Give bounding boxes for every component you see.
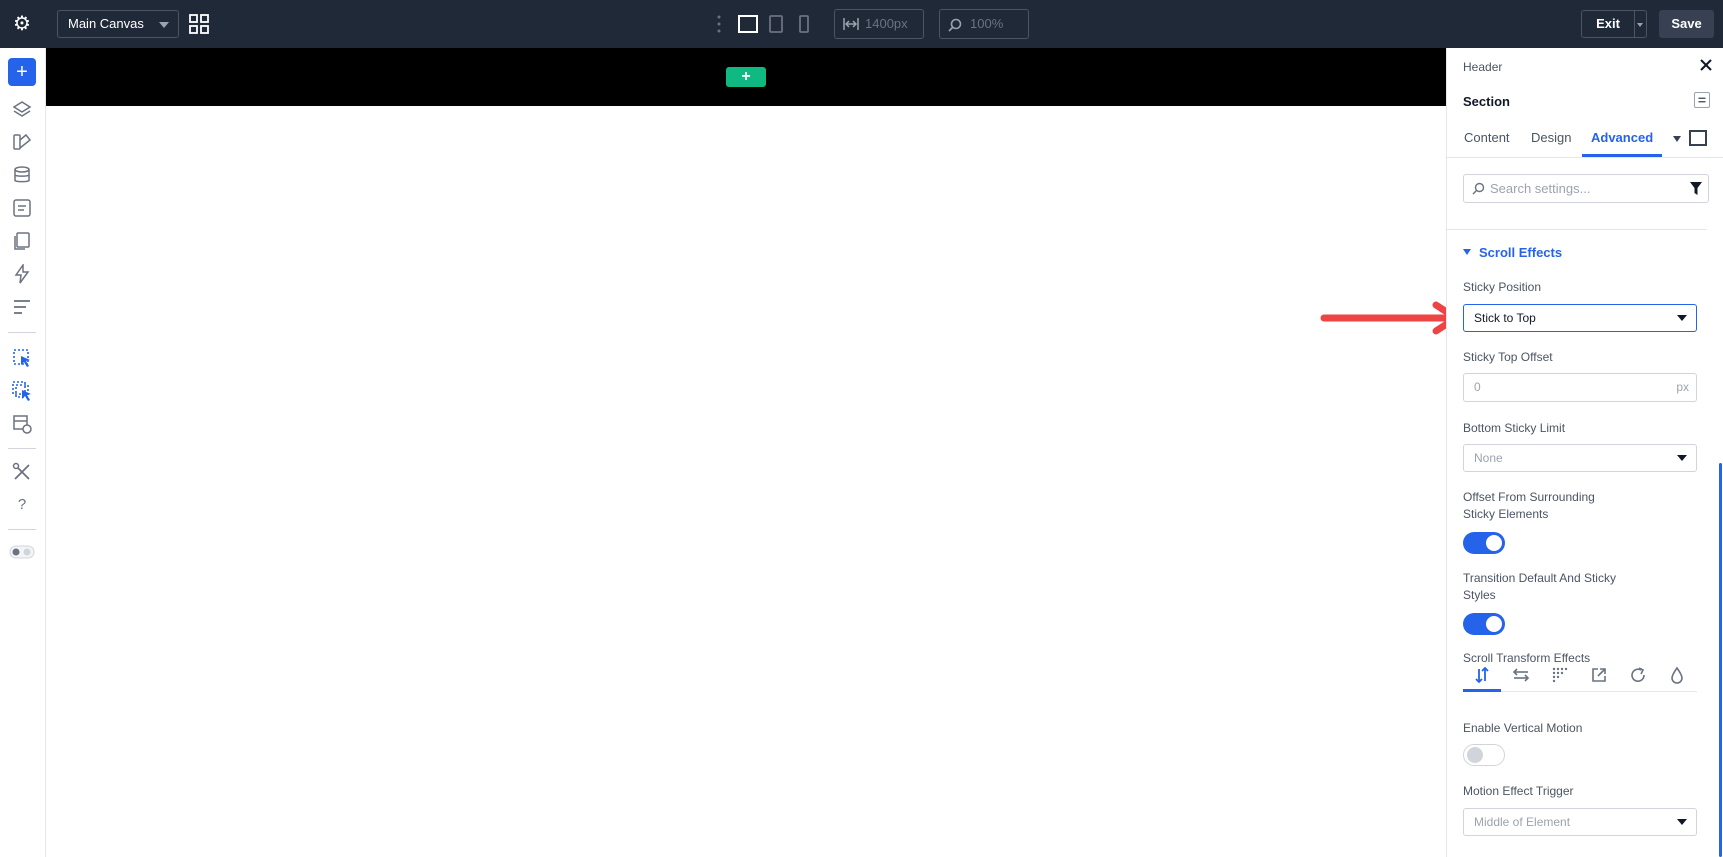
cursor-select-icon[interactable] <box>12 348 32 368</box>
desktop-view-icon[interactable] <box>738 15 758 33</box>
sticky-top-offset-unit[interactable]: px <box>1676 374 1689 401</box>
blur-icon[interactable] <box>1668 666 1686 684</box>
tab-design[interactable]: Design <box>1531 130 1571 145</box>
canvas-selector-label: Main Canvas <box>68 16 144 31</box>
panel-breadcrumb[interactable]: Header <box>1463 60 1502 74</box>
sidebar-divider <box>8 529 36 530</box>
active-transform-indicator <box>1463 689 1501 692</box>
width-arrows-icon <box>843 18 859 30</box>
presets-icon[interactable] <box>12 297 32 317</box>
toggle-knob <box>1486 535 1502 551</box>
sticky-top-offset-label: Sticky Top Offset <box>1463 350 1553 364</box>
mode-toggle-icon[interactable] <box>9 542 35 562</box>
sidebar-divider <box>8 448 36 449</box>
tab-advanced[interactable]: Advanced <box>1591 130 1653 145</box>
filter-icon[interactable] <box>1690 182 1702 195</box>
zoom-value: 100% <box>970 16 1004 31</box>
tab-content[interactable]: Content <box>1464 130 1510 145</box>
scroll-effects-toggle[interactable]: Scroll Effects <box>1463 245 1562 260</box>
settings-panel: Header Section Content Design Advanced S… <box>1446 48 1723 857</box>
bottom-sticky-limit-label: Bottom Sticky Limit <box>1463 421 1566 435</box>
toggle-knob <box>1486 616 1502 632</box>
tablet-view-icon[interactable] <box>769 15 783 33</box>
sticky-top-offset-input[interactable]: 0 px <box>1463 373 1697 402</box>
transition-default-label-line1: Transition Default And Sticky <box>1463 571 1616 585</box>
canvas-selector[interactable]: Main Canvas <box>57 10 179 38</box>
transition-default-label-line2: Styles <box>1463 588 1496 602</box>
zoom-input[interactable]: 100% <box>939 9 1029 39</box>
offset-surrounding-label: Offset From Surrounding Sticky Elements <box>1463 489 1595 523</box>
tools-icon[interactable] <box>12 462 32 482</box>
horizontal-motion-icon[interactable] <box>1512 666 1530 684</box>
panel-tabs: Content Design Advanced <box>1447 120 1723 158</box>
motion-effect-trigger-select[interactable]: Middle of Element <box>1463 808 1697 836</box>
sticky-top-offset-value: 0 <box>1474 380 1481 394</box>
panel-options-icon[interactable] <box>1694 92 1710 108</box>
offset-surrounding-label-line2: Sticky Elements <box>1463 507 1549 521</box>
save-button[interactable]: Save <box>1659 10 1714 38</box>
motion-effect-trigger-label: Motion Effect Trigger <box>1463 784 1574 798</box>
form-icon[interactable] <box>12 198 32 218</box>
canvas-width-input[interactable]: 1400px <box>834 9 924 39</box>
zoom-search-icon <box>948 18 962 32</box>
sidebar-divider <box>8 332 36 333</box>
offset-surrounding-toggle[interactable] <box>1463 532 1505 554</box>
theme-builder-icon[interactable] <box>12 132 32 152</box>
help-icon[interactable]: ? <box>12 495 32 515</box>
chevron-down-icon <box>1677 819 1687 825</box>
search-icon <box>1472 182 1485 195</box>
scale-icon[interactable] <box>1590 666 1608 684</box>
enable-vertical-motion-toggle[interactable] <box>1463 744 1505 766</box>
search-placeholder: Search settings... <box>1490 181 1591 196</box>
panel-scrollbar[interactable] <box>1719 463 1722 857</box>
sticky-position-value: Stick to Top <box>1474 311 1536 325</box>
add-section-button[interactable]: + <box>726 67 766 87</box>
settings-gear-icon[interactable]: ⚙ <box>10 12 34 36</box>
search-settings-input[interactable]: Search settings... <box>1463 174 1709 203</box>
panel-divider <box>1447 229 1707 230</box>
bottom-sticky-limit-select[interactable]: None <box>1463 444 1697 472</box>
active-tab-indicator <box>1582 154 1662 157</box>
bottom-sticky-limit-value: None <box>1474 451 1503 465</box>
exit-options-chevron-icon[interactable] <box>1635 10 1647 38</box>
annotation-arrow-icon <box>1320 301 1460 335</box>
database-icon[interactable] <box>12 165 32 185</box>
lightning-icon[interactable] <box>12 264 32 284</box>
multi-select-icon[interactable] <box>12 381 32 401</box>
vertical-motion-icon[interactable] <box>1473 666 1491 684</box>
transition-default-toggle[interactable] <box>1463 613 1505 635</box>
chevron-down-icon[interactable] <box>1673 136 1681 142</box>
close-icon[interactable] <box>1699 58 1713 72</box>
motion-effect-trigger-value: Middle of Element <box>1474 815 1571 829</box>
enable-vertical-motion-label: Enable Vertical Motion <box>1463 721 1583 735</box>
sticky-position-select[interactable]: Stick to Top <box>1463 304 1697 332</box>
sticky-position-label: Sticky Position <box>1463 280 1542 294</box>
chevron-down-icon <box>1677 455 1687 461</box>
phone-view-icon[interactable] <box>798 15 810 33</box>
chevron-down-icon <box>1677 315 1687 321</box>
pages-icon[interactable] <box>12 231 32 251</box>
responsive-settings-icon[interactable] <box>12 414 32 434</box>
offset-surrounding-label-line1: Offset From Surrounding <box>1463 490 1595 504</box>
fade-icon[interactable] <box>1551 666 1569 684</box>
transition-default-label: Transition Default And Sticky Styles <box>1463 570 1616 604</box>
scroll-transform-tabs <box>1463 660 1697 692</box>
layers-icon[interactable] <box>12 100 32 120</box>
exit-button[interactable]: Exit <box>1581 10 1635 38</box>
top-toolbar: ⚙ Main Canvas 1400px 100% Exit Save <box>0 0 1723 48</box>
rotate-icon[interactable] <box>1629 666 1647 684</box>
chevron-down-icon <box>159 22 169 28</box>
toggle-knob <box>1467 747 1483 763</box>
left-sidebar: + ? <box>0 48 46 857</box>
layout-grid-icon[interactable] <box>189 14 209 34</box>
more-vertical-icon[interactable] <box>716 14 722 34</box>
canvas-width-value: 1400px <box>865 16 908 31</box>
add-element-button[interactable]: + <box>8 58 36 86</box>
panel-title: Section <box>1463 94 1510 109</box>
wireframe-view-icon[interactable] <box>1689 130 1707 146</box>
